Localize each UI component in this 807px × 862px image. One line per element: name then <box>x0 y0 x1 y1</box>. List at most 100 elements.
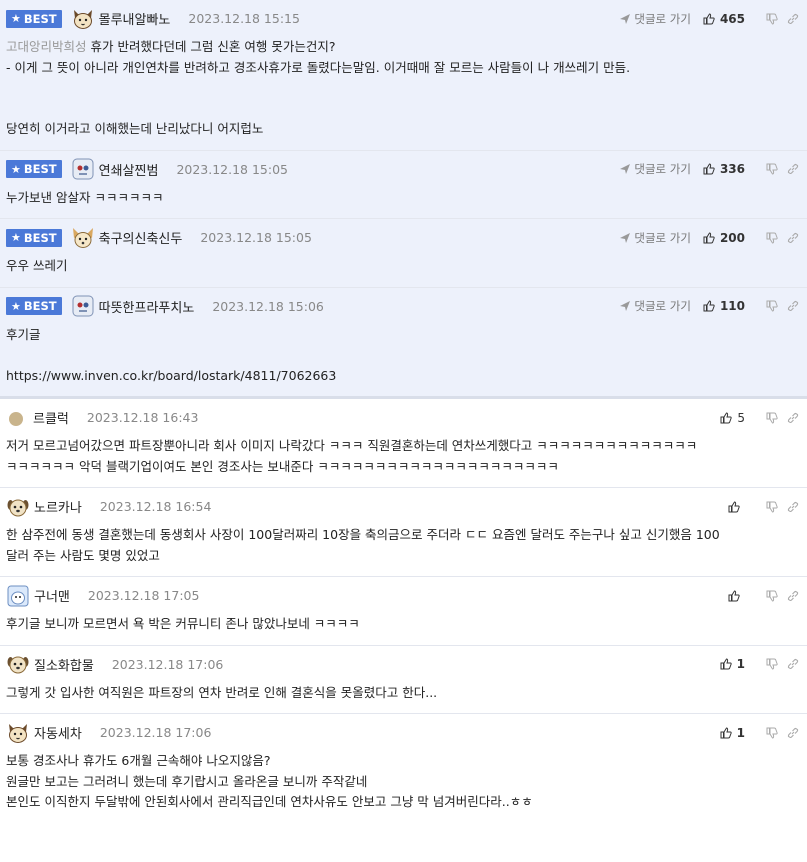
link-icon[interactable] <box>787 232 799 244</box>
dislike-icon[interactable] <box>766 727 778 739</box>
thumbs-up-icon <box>720 726 732 738</box>
like-button[interactable]: 200 <box>703 231 745 245</box>
nickname[interactable]: 자동세차 <box>34 723 82 742</box>
comment-date: 2023.12.18 17:06 <box>111 656 224 672</box>
thumbs-up-icon <box>728 500 740 512</box>
send-arrow-icon <box>620 232 631 243</box>
comment-date: 2023.12.18 16:54 <box>99 499 212 514</box>
thumbs-up-icon <box>703 163 715 175</box>
comment-item: 구너맨 2023.12.18 17:05 후기글 보니까 모르면서 욕 박은 커… <box>0 577 807 646</box>
thumbs-up-icon <box>703 300 715 312</box>
nickname[interactable]: 르클럭 <box>33 408 69 427</box>
cat-face-icon[interactable] <box>6 721 30 745</box>
dog-face-icon[interactable] <box>6 652 30 676</box>
send-arrow-icon <box>620 301 631 311</box>
comment-item: 르클럭 2023.12.18 16:43 5 저거 모르고넘어갔으면 파트장뿐아… <box>0 399 807 488</box>
link-icon[interactable] <box>787 727 799 739</box>
comment-body: 그렇게 갓 입사한 여직원은 파트장의 연차 반려로 인해 결혼식을 못올렸다고… <box>6 684 438 700</box>
bear-face-icon[interactable] <box>6 584 30 608</box>
comment-list: ★ BEST 몰루내알빠노 2023.12.18 15:15 댓글로 가기 465… <box>0 0 807 823</box>
star-icon: ★ <box>11 162 21 176</box>
best-badge: ★ BEST <box>6 160 62 178</box>
best-comment: ★ BEST 축구의신축신두 2023.12.18 15:05 댓글로 가기 20… <box>0 219 807 288</box>
comment-date: 2023.12.18 17:06 <box>99 725 212 740</box>
nickname[interactable]: 따뜻한프라푸치노 <box>99 297 195 316</box>
send-arrow-icon <box>620 13 631 24</box>
best-comment: ★ BEST 몰루내알빠노 2023.12.18 15:15 댓글로 가기 465… <box>0 0 807 151</box>
best-badge: ★ BEST <box>6 9 62 28</box>
best-comment: ★ BEST 연쇄살찐범 2023.12.18 15:05 댓글로 가기 336 … <box>0 150 807 219</box>
thumbs-up-icon <box>703 231 715 243</box>
comment-item: 질소화합물 2023.12.18 17:06 1 그렇게 갓 입사한 여직원은 … <box>0 646 807 714</box>
best-badge: ★ BEST <box>6 228 62 247</box>
reply-target-nick[interactable]: 고대앙리박희성 <box>6 39 87 54</box>
dislike-icon[interactable] <box>766 590 778 602</box>
nickname[interactable]: 연쇄살찐범 <box>99 160 159 179</box>
link-icon[interactable] <box>787 590 799 602</box>
best-comments-section: ★ BEST 몰루내알빠노 2023.12.18 15:15 댓글로 가기 465… <box>0 0 807 399</box>
thumbs-up-icon <box>703 12 715 24</box>
star-icon: ★ <box>11 231 21 244</box>
link-icon[interactable] <box>787 412 799 424</box>
like-button[interactable]: 1 <box>720 726 745 740</box>
go-to-reply-link[interactable]: 댓글로 가기 <box>620 161 691 177</box>
like-button[interactable]: 110 <box>703 299 745 313</box>
go-to-reply-link[interactable]: 댓글로 가기 <box>620 298 691 314</box>
go-to-reply-link[interactable]: 댓글로 가기 <box>620 11 691 27</box>
dislike-icon[interactable] <box>766 412 778 424</box>
link-icon[interactable] <box>787 300 799 312</box>
nickname[interactable]: 노르카나 <box>34 497 82 516</box>
link-icon[interactable] <box>787 163 799 175</box>
comment-date: 2023.12.18 16:43 <box>86 410 199 425</box>
comment-date: 2023.12.18 15:06 <box>212 298 324 314</box>
link-icon[interactable] <box>787 658 799 670</box>
link-icon[interactable] <box>787 13 799 25</box>
fox-face-icon[interactable] <box>71 226 95 250</box>
like-button[interactable] <box>728 589 745 602</box>
robot-face-icon[interactable] <box>71 157 95 181</box>
nickname[interactable]: 몰루내알빠노 <box>99 9 171 28</box>
dislike-icon[interactable] <box>766 501 778 513</box>
dislike-icon[interactable] <box>766 300 778 312</box>
robot-face-icon[interactable] <box>71 294 95 318</box>
comment-item: 노르카나 2023.12.18 16:54 한 삼주전에 동생 결혼했는데 동생… <box>0 488 807 577</box>
comment-date: 2023.12.18 15:15 <box>188 11 300 26</box>
like-button[interactable]: 465 <box>703 12 745 26</box>
like-button[interactable] <box>728 500 745 513</box>
nickname[interactable]: 축구의신축신두 <box>99 228 183 247</box>
star-icon: ★ <box>11 299 21 313</box>
comment-item: 자동세차 2023.12.18 17:06 1 보통 경조사나 휴가도 6개월 … <box>0 714 807 823</box>
dislike-icon[interactable] <box>766 658 778 670</box>
comment-body: 저거 모르고넘어갔으면 파트장뿐아니라 회사 이미지 나락갔다 ㅋㅋㅋ 직원결혼… <box>6 438 698 474</box>
dog-face-icon[interactable] <box>6 495 30 519</box>
thumbs-up-icon <box>720 658 732 670</box>
comment-body: 후기글 https://www.inven.co.kr/board/lostar… <box>6 326 337 383</box>
best-comment: ★ BEST 따뜻한프라푸치노 2023.12.18 15:06 댓글로 가기 1… <box>0 287 807 396</box>
cat-face-icon[interactable] <box>71 7 95 31</box>
like-button[interactable]: 1 <box>720 657 745 671</box>
dislike-icon[interactable] <box>766 232 778 244</box>
like-button[interactable]: 336 <box>703 162 745 176</box>
nickname[interactable]: 질소화합물 <box>34 655 94 674</box>
nickname[interactable]: 구너맨 <box>34 586 70 605</box>
comment-body: 후기글 보니까 모르면서 욕 박은 커뮤니티 존나 많았나보네 ㅋㅋㅋㅋ <box>6 616 360 631</box>
comment-body: 한 삼주전에 동생 결혼했는데 동생회사 사장이 100달러짜리 10장을 축의… <box>6 527 720 563</box>
thumbs-up-icon <box>720 411 733 423</box>
like-button[interactable]: 5 <box>720 411 745 425</box>
dislike-icon[interactable] <box>766 13 778 25</box>
comment-date: 2023.12.18 15:05 <box>176 161 289 177</box>
comment-date: 2023.12.18 15:05 <box>200 230 312 245</box>
comment-body: 누가보낸 암살자 ㅋㅋㅋㅋㅋㅋ <box>6 189 164 205</box>
send-arrow-icon <box>620 164 631 174</box>
dot-avatar-icon[interactable] <box>6 408 26 428</box>
thumbs-up-icon <box>728 589 740 601</box>
comment-body: 보통 경조사나 휴가도 6개월 근속해야 나오지않음? 원글만 보고는 그러려니… <box>6 753 533 809</box>
star-icon: ★ <box>11 12 21 25</box>
comment-body: 고대앙리박희성 휴가 반려했다던데 그럼 신혼 여행 못가는건지? - 이게 그… <box>6 39 631 136</box>
best-badge: ★ BEST <box>6 297 62 315</box>
link-icon[interactable] <box>787 501 799 513</box>
go-to-reply-link[interactable]: 댓글로 가기 <box>620 230 691 246</box>
comment-date: 2023.12.18 17:05 <box>87 588 200 603</box>
dislike-icon[interactable] <box>766 163 778 175</box>
comment-body: 우우 쓰레기 <box>6 258 68 273</box>
